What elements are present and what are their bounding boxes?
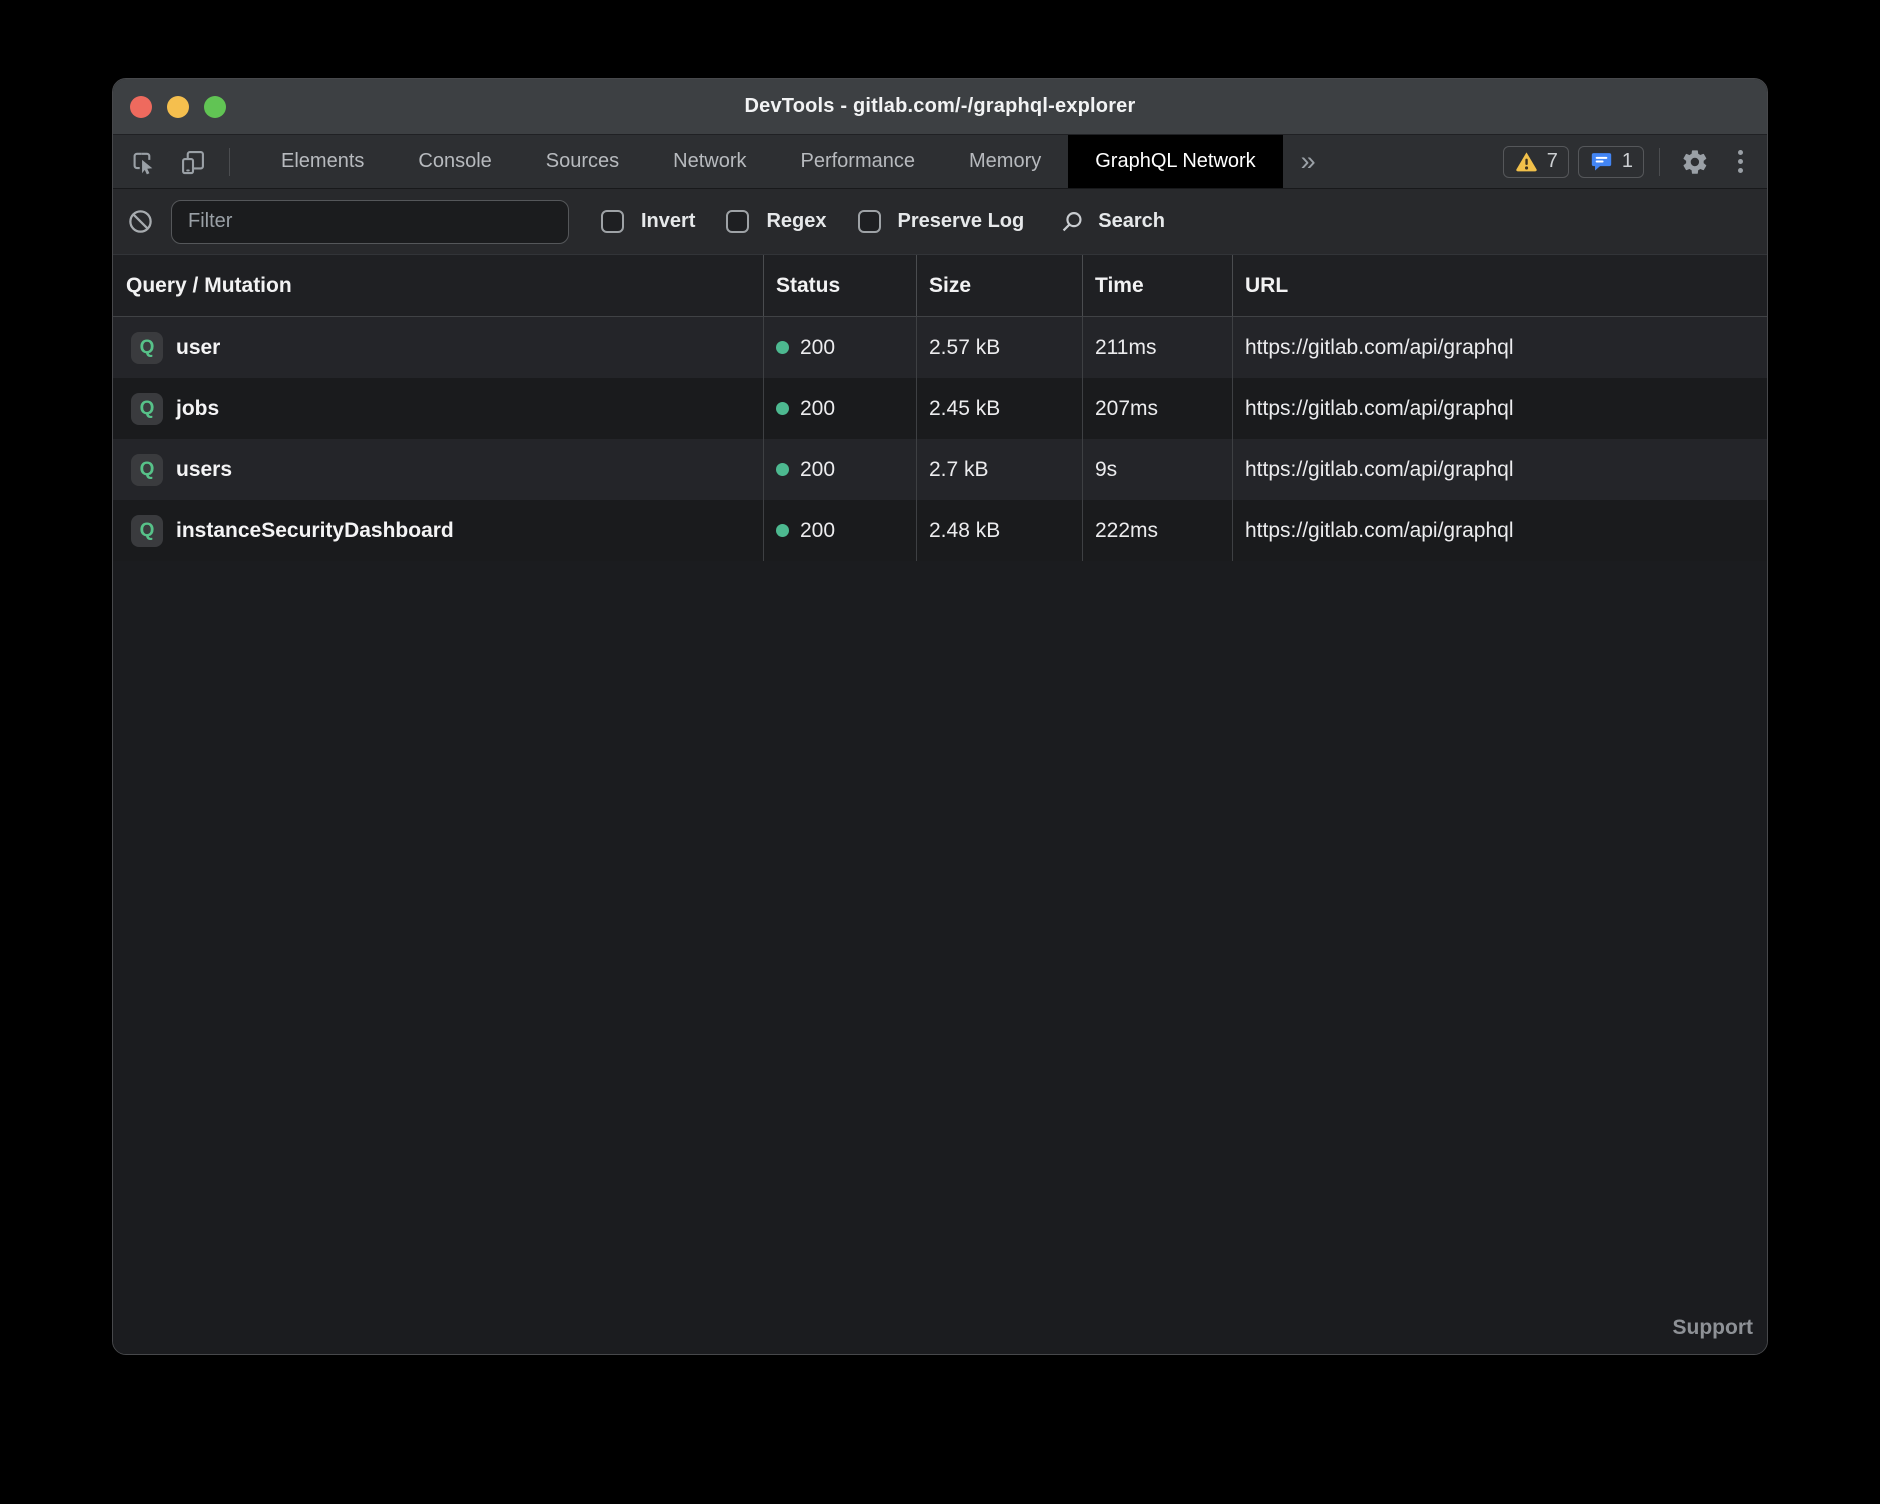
status-code: 200 — [800, 519, 835, 543]
response-time: 207ms — [1083, 378, 1233, 439]
device-toolbar-icon[interactable] — [179, 148, 207, 176]
table-row[interactable]: Q users 200 2.7 kB 9s https://gitlab.com… — [113, 439, 1767, 500]
filter-input[interactable] — [171, 200, 569, 244]
tabbar-spacer — [1334, 135, 1503, 188]
search-label: Search — [1098, 210, 1165, 233]
status-code: 200 — [800, 336, 835, 360]
table-row[interactable]: Q instanceSecurityDashboard 200 2.48 kB … — [113, 500, 1767, 561]
status-ok-dot — [776, 341, 789, 354]
status-ok-dot — [776, 524, 789, 537]
response-size: 2.45 kB — [917, 378, 1083, 439]
minimize-button[interactable] — [167, 96, 189, 118]
more-tabs-chevron-icon[interactable]: » — [1283, 135, 1334, 188]
request-url: https://gitlab.com/api/graphql — [1233, 378, 1767, 439]
panel-tabs: Elements Console Sources Network Perform… — [254, 135, 1283, 188]
query-name: jobs — [176, 397, 219, 421]
response-time: 211ms — [1083, 317, 1233, 378]
query-name: users — [176, 458, 232, 482]
status-ok-dot — [776, 402, 789, 415]
status-ok-dot — [776, 463, 789, 476]
toolbar-left-icons — [113, 135, 207, 188]
response-time: 9s — [1083, 439, 1233, 500]
response-size: 2.57 kB — [917, 317, 1083, 378]
table-row[interactable]: Q user 200 2.57 kB 211ms https://gitlab.… — [113, 317, 1767, 378]
toolbar-right-controls: 7 1 — [1503, 135, 1767, 188]
settings-gear-icon[interactable] — [1681, 148, 1709, 176]
inspect-element-icon[interactable] — [129, 148, 157, 176]
column-header-size[interactable]: Size — [917, 255, 1083, 316]
messages-badge[interactable]: 1 — [1578, 146, 1644, 178]
messages-count: 1 — [1622, 150, 1633, 173]
request-url: https://gitlab.com/api/graphql — [1233, 500, 1767, 561]
tab-elements[interactable]: Elements — [254, 135, 391, 188]
response-size: 2.48 kB — [917, 500, 1083, 561]
request-url: https://gitlab.com/api/graphql — [1233, 317, 1767, 378]
devtools-tab-bar: Elements Console Sources Network Perform… — [113, 135, 1767, 189]
tab-performance[interactable]: Performance — [774, 135, 943, 188]
response-size: 2.7 kB — [917, 439, 1083, 500]
query-type-badge: Q — [131, 454, 163, 486]
empty-results-area: Support — [113, 561, 1767, 1354]
query-name: user — [176, 336, 220, 360]
toolbar-separator — [229, 148, 230, 176]
search-control[interactable]: Search — [1059, 209, 1165, 235]
maximize-button[interactable] — [204, 96, 226, 118]
tab-memory[interactable]: Memory — [942, 135, 1068, 188]
table-header-row: Query / Mutation Status Size Time URL — [113, 255, 1767, 317]
chat-bubble-icon — [1589, 149, 1614, 174]
preserve-log-label: Preserve Log — [898, 210, 1025, 233]
warnings-count: 7 — [1547, 150, 1558, 173]
warning-triangle-icon — [1514, 149, 1539, 174]
query-type-badge: Q — [131, 393, 163, 425]
clear-block-icon[interactable] — [127, 208, 154, 235]
response-time: 222ms — [1083, 500, 1233, 561]
query-type-badge: Q — [131, 332, 163, 364]
kebab-menu-icon[interactable] — [1732, 150, 1749, 173]
tab-sources[interactable]: Sources — [519, 135, 646, 188]
column-header-query-mutation[interactable]: Query / Mutation — [113, 255, 764, 316]
query-name: instanceSecurityDashboard — [176, 519, 454, 543]
devtools-window: DevTools - gitlab.com/-/graphql-explorer — [112, 78, 1768, 1355]
window-title: DevTools - gitlab.com/-/graphql-explorer — [744, 95, 1135, 118]
support-link[interactable]: Support — [1673, 1316, 1753, 1340]
badge-separator — [1659, 148, 1660, 176]
preserve-log-checkbox[interactable] — [858, 210, 881, 233]
request-url: https://gitlab.com/api/graphql — [1233, 439, 1767, 500]
invert-checkbox[interactable] — [601, 210, 624, 233]
query-type-badge: Q — [131, 515, 163, 547]
column-header-status[interactable]: Status — [764, 255, 917, 316]
tab-network[interactable]: Network — [646, 135, 773, 188]
search-icon — [1059, 209, 1085, 235]
invert-checkbox-group: Invert — [601, 210, 695, 233]
regex-label: Regex — [766, 210, 826, 233]
column-header-time[interactable]: Time — [1083, 255, 1233, 316]
filter-bar: Invert Regex Preserve Log Search — [113, 189, 1767, 255]
table-row[interactable]: Q jobs 200 2.45 kB 207ms https://gitlab.… — [113, 378, 1767, 439]
title-bar: DevTools - gitlab.com/-/graphql-explorer — [113, 79, 1767, 135]
invert-label: Invert — [641, 210, 695, 233]
close-button[interactable] — [130, 96, 152, 118]
regex-checkbox[interactable] — [726, 210, 749, 233]
warnings-badge[interactable]: 7 — [1503, 146, 1569, 178]
status-code: 200 — [800, 397, 835, 421]
tab-graphql-network[interactable]: GraphQL Network — [1068, 135, 1282, 188]
traffic-lights — [130, 79, 226, 134]
regex-checkbox-group: Regex — [726, 210, 826, 233]
preserve-log-checkbox-group: Preserve Log — [858, 210, 1025, 233]
status-code: 200 — [800, 458, 835, 482]
tab-console[interactable]: Console — [391, 135, 518, 188]
column-header-url[interactable]: URL — [1233, 255, 1767, 316]
